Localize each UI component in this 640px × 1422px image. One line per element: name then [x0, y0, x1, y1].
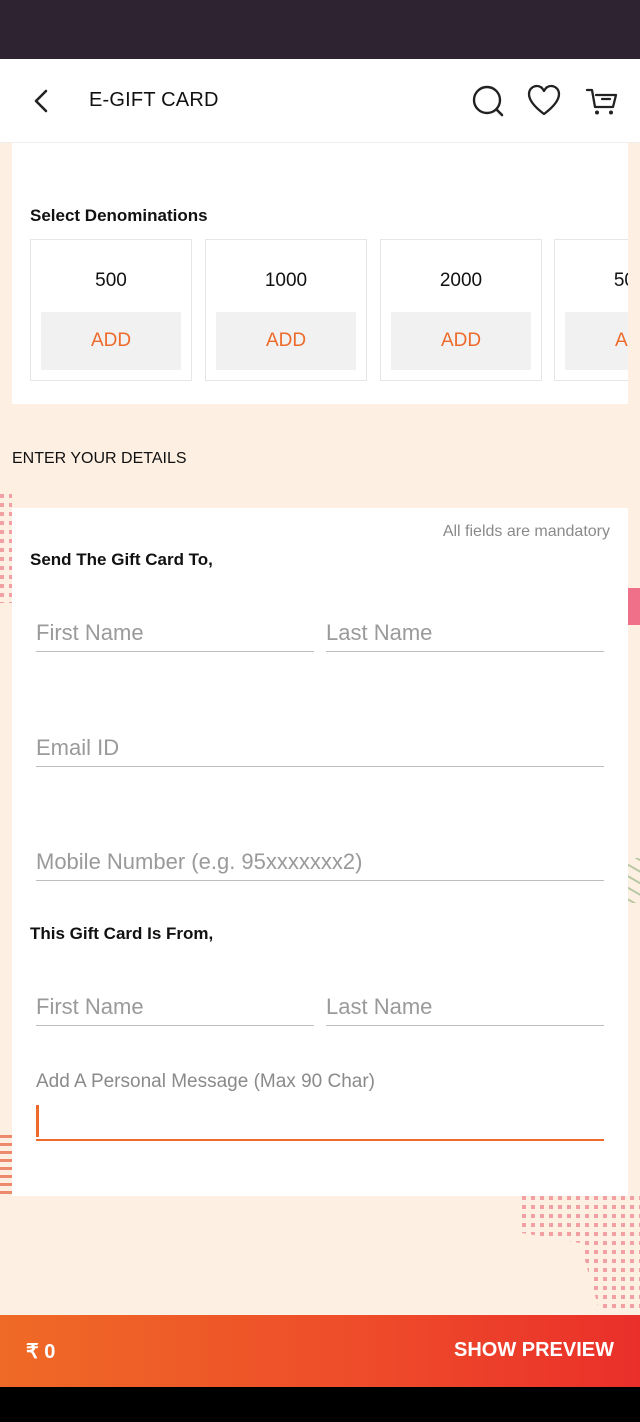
mandatory-note: All fields are mandatory [442, 523, 610, 540]
recipient-last-name-field [326, 606, 604, 652]
details-form: All fields are mandatory Send The Gift C… [12, 508, 628, 1196]
show-preview-button[interactable]: SHOW PREVIEW [454, 1339, 614, 1362]
add-2000-button[interactable]: ADD [391, 312, 531, 370]
search-icon[interactable] [470, 83, 506, 119]
cart-icon[interactable] [584, 83, 620, 119]
personal-message-input[interactable] [36, 1103, 604, 1139]
denominations-title: Select Denominations [30, 206, 208, 225]
denominations-card: Select Denominations 500 ADD 1000 ADD 20… [12, 143, 628, 404]
denomination-value: 1000 [264, 270, 308, 291]
send-to-label: Send The Gift Card To, [30, 550, 213, 569]
sender-first-name-input[interactable] [36, 980, 314, 1025]
denomination-value: 5000 [613, 270, 628, 291]
bottom-action-bar: ₹ 0 SHOW PREVIEW [0, 1315, 640, 1387]
denomination-value: 2000 [439, 270, 483, 291]
denomination-tile: 500 ADD [30, 239, 192, 381]
add-500-button[interactable]: ADD [41, 312, 181, 370]
recipient-email-input[interactable] [36, 721, 604, 766]
denomination-tile: 5000 ADD [554, 239, 628, 381]
sender-first-name-field [36, 980, 314, 1026]
recipient-first-name-field [36, 606, 314, 652]
sender-last-name-input[interactable] [326, 980, 604, 1025]
details-heading: ENTER YOUR DETAILS [12, 450, 187, 467]
sender-last-name-field [326, 980, 604, 1026]
back-arrow-icon[interactable] [26, 85, 58, 117]
add-1000-button[interactable]: ADD [216, 312, 356, 370]
recipient-mobile-input[interactable] [36, 835, 604, 880]
from-label: This Gift Card Is From, [30, 924, 214, 943]
recipient-first-name-input[interactable] [36, 606, 314, 651]
heart-icon[interactable] [526, 83, 562, 119]
personal-message-field [36, 1103, 604, 1141]
app-header: E-GIFT CARD [0, 59, 640, 143]
page-title: E-GIFT CARD [89, 89, 219, 111]
denomination-tile: 2000 ADD [380, 239, 542, 381]
system-nav-bar [0, 1387, 640, 1422]
recipient-last-name-input[interactable] [326, 606, 604, 651]
recipient-email-field [36, 721, 604, 767]
text-cursor [36, 1105, 39, 1137]
denomination-tile: 1000 ADD [205, 239, 367, 381]
denomination-value: 500 [95, 270, 127, 291]
total-price: ₹ 0 [26, 1341, 56, 1363]
message-label: Add A Personal Message (Max 90 Char) [36, 1071, 376, 1092]
recipient-mobile-field [36, 835, 604, 881]
status-bar [0, 0, 640, 59]
add-5000-button[interactable]: ADD [565, 312, 628, 370]
